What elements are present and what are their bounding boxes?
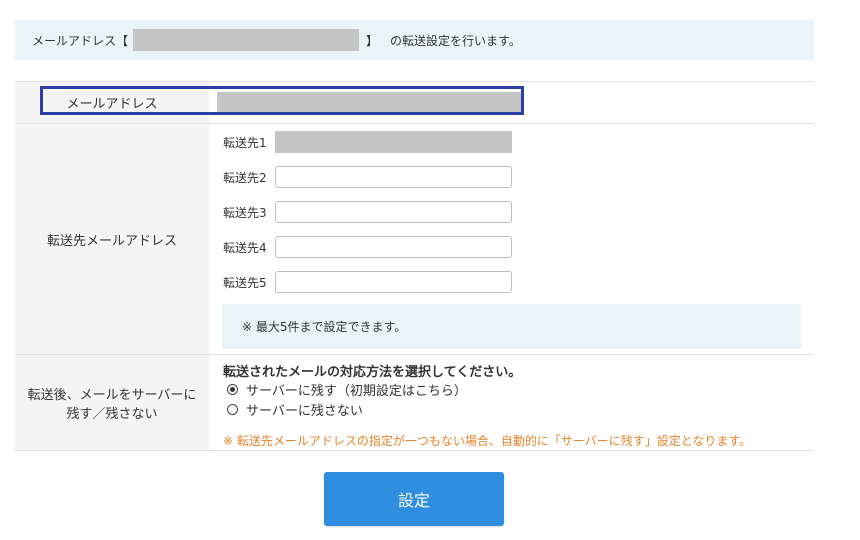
notice-prefix: メールアドレス【 <box>32 33 129 48</box>
forward-label-4: 転送先4 <box>223 240 267 255</box>
keep-label-line1: 転送後、メールをサーバーに <box>27 387 197 403</box>
notice-banner: メールアドレス【 】 の転送設定を行います。 <box>15 20 814 60</box>
keep-option-1-label[interactable]: サーバーに残す（初期設定はこちら） <box>246 380 467 399</box>
forward-value-cell: 転送先1 転送先2 転送先3 転送先4 転送先5 ※ 最大5件まで設定できます。 <box>209 124 814 354</box>
redacted-email <box>133 29 360 51</box>
forward-label-cell: 転送先メールアドレス <box>15 124 209 354</box>
forward-input-4[interactable] <box>275 236 512 258</box>
keep-warning-note: ※ 転送先メールアドレスの指定が一つもない場合、自動的に「サーバーに残す」設定と… <box>223 434 752 448</box>
forward-item-2: 転送先2 <box>223 165 512 189</box>
forward-label-5: 転送先5 <box>223 275 267 290</box>
forward-item-1: 転送先1 <box>223 130 512 154</box>
keep-option-2[interactable]: サーバーに残さない <box>227 400 363 419</box>
highlight-box <box>40 86 524 115</box>
radio-do-not-keep[interactable] <box>227 404 238 415</box>
keep-row: 転送後、メールをサーバーに 残す／残さない 転送されたメールの対応方法を選択して… <box>15 355 814 451</box>
keep-label: 転送後、メールをサーバーに 残す／残さない <box>28 384 197 422</box>
max-forward-info-text: ※ 最大5件まで設定できます。 <box>242 320 407 334</box>
max-forward-info: ※ 最大5件まで設定できます。 <box>222 304 801 349</box>
forward-label: 転送先メールアドレス <box>46 233 177 249</box>
keep-title: 転送されたメールの対応方法を選択してください。 <box>223 365 522 380</box>
forward-label-3: 転送先3 <box>223 205 267 220</box>
keep-label-line2: 残す／残さない <box>66 406 158 422</box>
forward-input-1[interactable] <box>275 131 512 153</box>
forward-item-4: 転送先4 <box>223 235 512 259</box>
forward-item-5: 転送先5 <box>223 270 512 294</box>
notice-text: の転送設定を行います。 <box>390 33 521 48</box>
keep-label-cell: 転送後、メールをサーバーに 残す／残さない <box>15 355 209 450</box>
forward-input-3[interactable] <box>275 201 512 223</box>
email-row: メールアドレス <box>15 82 814 124</box>
radio-keep-on-server[interactable] <box>227 384 238 395</box>
forward-row: 転送先メールアドレス 転送先1 転送先2 転送先3 転送先4 転送先5 ※ 最大… <box>15 124 814 355</box>
forward-item-3: 転送先3 <box>223 200 512 224</box>
keep-option-2-label[interactable]: サーバーに残さない <box>246 400 363 419</box>
forward-input-2[interactable] <box>275 166 512 188</box>
keep-value-cell: 転送されたメールの対応方法を選択してください。 サーバーに残す（初期設定はこちら… <box>209 355 814 450</box>
notice-bracket: 】 <box>366 33 379 48</box>
settings-form: メールアドレス 転送先メールアドレス 転送先1 転送先2 転送先3 転送先4 転… <box>15 81 814 451</box>
forward-label-1: 転送先1 <box>223 135 267 150</box>
forward-input-5[interactable] <box>275 271 512 293</box>
forward-label-2: 転送先2 <box>223 170 267 185</box>
submit-button[interactable]: 設定 <box>324 472 504 526</box>
keep-option-1[interactable]: サーバーに残す（初期設定はこちら） <box>227 380 467 399</box>
